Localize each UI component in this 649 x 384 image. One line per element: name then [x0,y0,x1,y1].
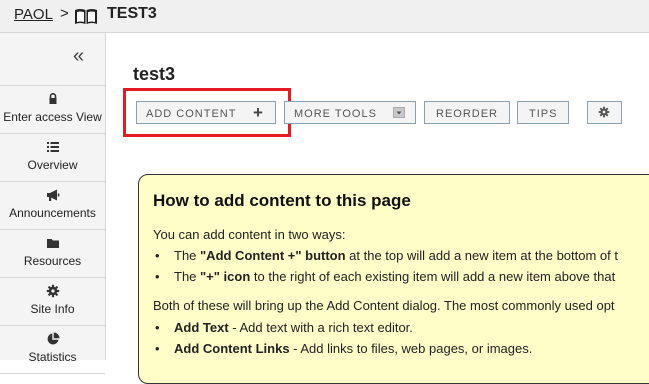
book-icon [75,9,97,24]
sidebar-item-overview[interactable]: Overview [0,134,105,182]
bullet-text: at the top will add a new item at the bo… [345,248,618,263]
list-icon [47,142,59,152]
sidebar-item-label: Overview [27,158,78,172]
folder-icon [47,239,59,248]
sidebar-item-statistics[interactable]: Statistics [0,326,105,374]
page-title: test3 [133,64,176,84]
pie-chart-icon [47,332,60,345]
reorder-label: REORDER [436,108,499,120]
info-intro: You can add content in two ways: [153,227,346,242]
breadcrumb-site-link[interactable]: PAOL [14,6,53,23]
reorder-button[interactable]: REORDER [424,101,510,124]
list-item: The "+" icon to the right of each existi… [155,269,616,284]
sidebar-item-resources[interactable]: Resources [0,230,105,278]
bullet-bold-text: Add Text [174,320,229,335]
collapse-sidebar-button[interactable]: « [0,33,105,86]
bullet-bold-text: "Add Content +" button [200,248,346,263]
breadcrumb-separator: > [60,5,69,22]
list-item: Add Content Links - Add links to files, … [155,341,533,356]
lock-icon [49,93,57,104]
gear-icon [46,284,60,298]
tips-button[interactable]: TIPS [517,101,569,124]
sidebar-item-label: Resources [23,254,82,268]
bullet-text: The [174,269,201,284]
megaphone-icon [47,189,60,201]
help-info-box: How to add content to this page You can … [138,174,649,384]
sidebar-item-label: Enter access View [3,110,102,124]
tips-label: TIPS [529,108,558,120]
double-chevron-left-icon: « [73,45,85,67]
sidebar-item-label: Announcements [9,206,96,220]
sidebar-item-enter-access-view[interactable]: Enter access View [0,86,105,134]
breadcrumb-page: TEST3 [107,5,157,22]
bullet-text: to the right of each existing item will … [250,269,616,284]
list-item: The "Add Content +" button at the top wi… [155,248,618,263]
sidebar-item-site-info[interactable]: Site Info [0,278,105,326]
info-heading: How to add content to this page [153,191,411,210]
sidebar-item-label: Statistics [28,350,77,364]
settings-button[interactable] [587,101,622,124]
list-item: Add Text - Add text with a rich text edi… [155,320,413,335]
add-content-label: ADD CONTENT [146,108,237,120]
info-paragraph: Both of these will bring up the Add Cont… [153,298,615,313]
bullet-text: - Add links to files, web pages, or imag… [289,341,533,356]
plus-icon: + [253,103,264,122]
bullet-text: The [174,248,201,263]
more-tools-button[interactable]: MORE TOOLS [284,101,416,124]
bullet-bold-text: Add Content Links [174,341,290,356]
breadcrumb: PAOL > TEST3 [0,0,649,33]
bullet-bold-text: "+" icon [200,269,251,284]
gear-icon [598,106,610,118]
sidebar-item-announcements[interactable]: Announcements [0,182,105,230]
dropdown-arrow-icon [393,107,405,118]
bullet-text: - Add text with a rich text editor. [228,320,413,335]
more-tools-label: MORE TOOLS [294,108,377,120]
sidebar-item-label: Site Info [30,302,75,316]
add-content-button[interactable]: ADD CONTENT + [136,101,276,124]
sidebar: « Enter access View Overview Announcemen… [0,33,106,374]
